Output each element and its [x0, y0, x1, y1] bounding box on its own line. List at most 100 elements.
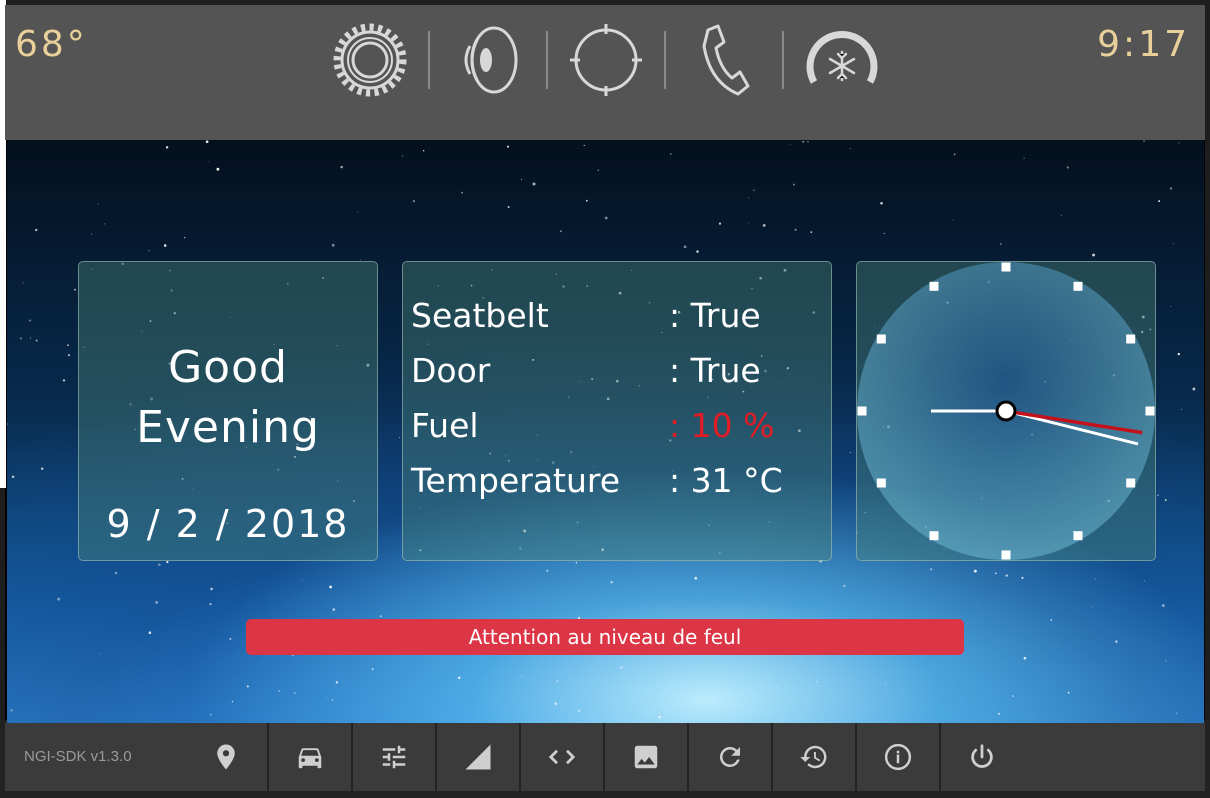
star: [638, 689, 640, 691]
star: [1115, 640, 1118, 643]
speaker-icon[interactable]: [448, 17, 528, 103]
star: [884, 682, 886, 684]
star: [331, 699, 334, 701]
crosshair-icon[interactable]: [566, 17, 646, 103]
star: [209, 603, 212, 606]
star: [246, 685, 249, 688]
star: [794, 228, 797, 232]
image-icon[interactable]: [605, 723, 687, 791]
star: [97, 203, 99, 205]
star: [90, 233, 92, 235]
top-icon-group: [330, 17, 882, 103]
star: [520, 676, 522, 678]
status-value-warning: : 10 %: [669, 406, 775, 445]
star: [294, 692, 296, 694]
star: [335, 681, 338, 684]
star: [74, 288, 76, 291]
star: [114, 571, 118, 575]
star: [35, 339, 38, 342]
star: [1164, 499, 1167, 502]
star: [57, 597, 61, 601]
star: [507, 205, 510, 209]
star: [1177, 352, 1180, 356]
star: [19, 337, 23, 340]
star: [1060, 214, 1062, 216]
star: [1143, 140, 1145, 142]
star: [849, 147, 851, 150]
star: [98, 653, 100, 655]
status-value: : True: [669, 296, 761, 335]
star: [371, 668, 374, 671]
sdk-version-label: NGI-SDK v1.3.0: [24, 748, 132, 765]
location-pin-icon[interactable]: [185, 723, 267, 791]
clock-center-pin: [995, 400, 1017, 422]
star: [748, 197, 750, 199]
gear-icon[interactable]: [330, 17, 410, 103]
star: [1091, 606, 1093, 608]
star: [1158, 200, 1161, 203]
star: [332, 608, 336, 611]
star: [165, 146, 169, 149]
greeting-text: Good Evening: [79, 338, 377, 458]
star: [683, 245, 687, 249]
clock-hour-marker: [876, 334, 886, 344]
star: [231, 701, 234, 703]
fuel-alert-banner[interactable]: Attention au niveau de feul: [246, 619, 964, 655]
star: [1066, 166, 1069, 169]
star: [994, 572, 997, 575]
star: [559, 230, 562, 233]
clock-hour-marker: [1001, 550, 1011, 560]
star: [10, 709, 13, 712]
star: [696, 250, 699, 253]
analog-clock: [857, 262, 1155, 560]
star: [670, 153, 672, 155]
status-label: Door: [411, 351, 491, 390]
climate-icon[interactable]: [802, 17, 882, 103]
star: [620, 666, 624, 669]
star: [412, 199, 416, 203]
star: [973, 569, 977, 573]
phone-icon[interactable]: [684, 17, 764, 103]
info-icon[interactable]: [857, 723, 939, 791]
car-icon[interactable]: [269, 723, 351, 791]
star: [546, 570, 549, 572]
top-divider: [782, 31, 784, 89]
star: [329, 585, 332, 589]
star: [521, 178, 523, 180]
clock-hour-marker: [1126, 334, 1136, 344]
star: [789, 144, 791, 145]
star: [205, 140, 209, 144]
star: [325, 697, 327, 699]
star: [11, 475, 15, 478]
star: [402, 155, 404, 157]
star: [155, 601, 159, 604]
dashboard-main: Good Evening 9 / 2 / 2018 Seatbelt : Tru…: [7, 140, 1204, 723]
greeting-line-1: Good: [168, 342, 288, 393]
tune-sliders-icon[interactable]: [353, 723, 435, 791]
star: [776, 687, 778, 688]
star: [331, 243, 335, 247]
star: [610, 581, 613, 584]
refresh-icon[interactable]: [689, 723, 771, 791]
power-icon[interactable]: [941, 723, 1023, 791]
star: [1005, 574, 1008, 577]
star: [1012, 695, 1014, 697]
star: [278, 690, 280, 692]
history-icon[interactable]: [773, 723, 855, 791]
star: [1021, 576, 1024, 579]
status-label: Temperature: [411, 461, 621, 500]
star: [28, 319, 32, 322]
clock-hour-marker: [929, 281, 939, 291]
clock-hour-marker: [857, 406, 867, 416]
star: [694, 576, 698, 580]
status-value: : 31 °C: [669, 461, 783, 500]
star: [41, 467, 44, 470]
star: [816, 681, 818, 683]
star: [340, 165, 343, 169]
star: [997, 712, 1001, 716]
signal-icon[interactable]: [437, 723, 519, 791]
bottom-toolbar: NGI-SDK v1.3.0: [5, 723, 1205, 791]
code-icon[interactable]: [521, 723, 603, 791]
star: [1067, 691, 1070, 694]
star: [379, 615, 382, 618]
